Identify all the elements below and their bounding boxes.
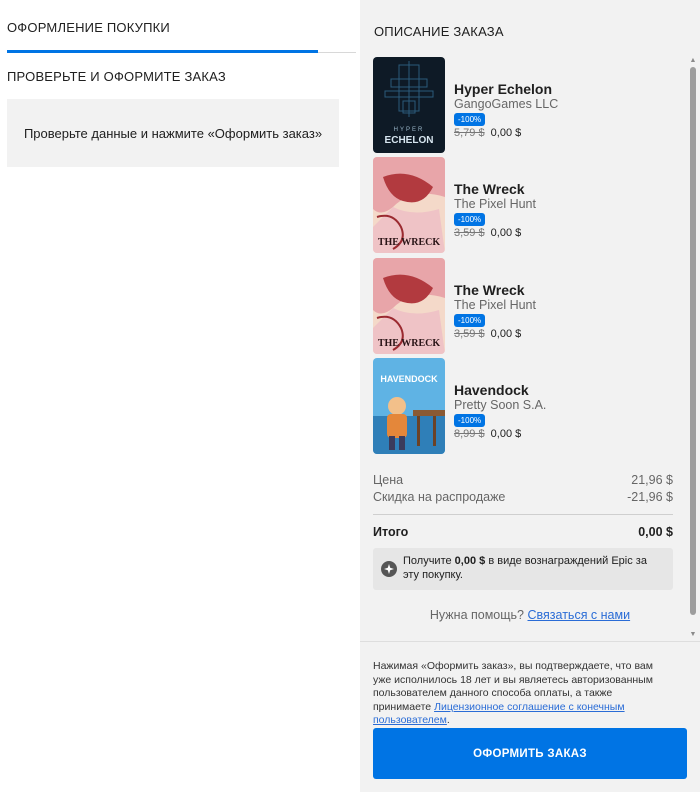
total-label: Итого [373,525,409,539]
sale-discount-value: -21,96 $ [627,490,673,504]
summary-divider [373,514,673,515]
game-thumbnail-havendock: HAVENDOCK [373,358,445,454]
game-developer: GangoGames LLC [454,97,559,111]
original-price: 8,99 $ [454,428,485,440]
art-title: THE WRECK [378,237,441,248]
game-prices: 5,79 $ 0,00 $ [454,127,521,139]
sale-discount-row: Скидка на распродаже -21,96 $ [373,490,673,504]
epic-rewards-icon [381,561,397,577]
sale-price: 0,00 $ [490,227,522,239]
checkout-left-panel: Оформление покупки Проверьте и оформите … [0,0,360,792]
art-subtext: HYPER [394,127,425,133]
reward-prefix: Получите [403,555,455,567]
price-value: 21,96 $ [631,473,673,487]
tab-checkout[interactable]: Оформление покупки [7,20,170,35]
game-title: The Wreck [454,181,525,197]
epic-rewards-box: Получите 0,00 $ в виде вознаграждений Ep… [373,548,673,590]
game-developer: The Pixel Hunt [454,298,536,312]
discount-badge: -100% [454,414,486,427]
epic-rewards-text: Получите 0,00 $ в виде вознаграждений Ep… [403,554,665,582]
original-price: 5,79 $ [454,127,485,139]
original-price: 3,59 $ [454,328,485,340]
game-thumbnail-the-wreck: THE WRECK [373,258,445,354]
order-item: THE WRECK The Wreck The Pixel Hunt -100%… [373,256,683,354]
checkout-tabbar: Оформление покупки [7,0,356,53]
scroll-up-arrow-icon[interactable]: ▲ [689,57,697,65]
legal-end: . [446,714,450,726]
scroll-down-arrow-icon[interactable]: ▼ [689,631,697,639]
price-row: Цена 21,96 $ [373,473,673,487]
discount-badge: -100% [454,314,486,327]
game-thumbnail-the-wreck: THE WRECK [373,157,445,253]
order-item: HAVENDOCK Havendock Pretty Soon S.A. -10… [373,356,683,454]
order-scroll-area[interactable]: HYPER ECHELON Hyper Echelon GangoGames L… [360,55,700,641]
game-thumbnail-hyper-echelon: HYPER ECHELON [373,57,445,153]
sale-price: 0,00 $ [490,127,522,139]
checkout-footer: Нажимая «Оформить заказ», вы подтверждае… [360,641,700,792]
section-title: Проверьте и оформите заказ [7,69,226,84]
game-title: Hyper Echelon [454,81,553,97]
discount-badge: -100% [454,113,486,126]
game-developer: Pretty Soon S.A. [454,398,547,412]
legal-notice: Нажимая «Оформить заказ», вы подтверждае… [373,660,673,728]
art-title: HAVENDOCK [380,374,438,384]
review-message-box: Проверьте данные и нажмите «Оформить зак… [7,99,339,167]
game-title: Havendock [454,382,529,398]
review-message: Проверьте данные и нажмите «Оформить зак… [23,125,323,141]
game-title: The Wreck [454,282,525,298]
original-price: 3,59 $ [454,227,485,239]
sale-discount-label: Скидка на распродаже [373,490,506,504]
place-order-button[interactable]: Оформить заказ [373,728,687,779]
total-row: Итого 0,00 $ [373,525,673,539]
art-title: THE WRECK [378,338,441,349]
discount-badge: -100% [454,213,486,226]
scrollbar-thumb[interactable] [690,67,696,615]
help-text: Нужна помощь? [429,608,528,622]
game-prices: 3,59 $ 0,00 $ [454,227,521,239]
order-item: THE WRECK The Wreck The Pixel Hunt -100%… [373,155,683,253]
order-scrollbar[interactable]: ▲ ▼ [688,55,698,641]
reward-amount: 0,00 $ [454,555,486,567]
order-item: HYPER ECHELON Hyper Echelon GangoGames L… [373,55,683,153]
art-title: ECHELON [385,135,434,146]
game-developer: The Pixel Hunt [454,197,536,211]
order-summary-panel: Описание заказа HYPER ECHELON [360,0,700,792]
total-value: 0,00 $ [638,525,673,539]
game-prices: 8,99 $ 0,00 $ [454,428,521,440]
order-summary-title: Описание заказа [374,24,504,39]
game-prices: 3,59 $ 0,00 $ [454,328,521,340]
help-line: Нужна помощь? Связаться с нами [360,608,700,622]
sale-price: 0,00 $ [490,428,522,440]
sale-price: 0,00 $ [490,328,522,340]
tab-active-indicator [7,50,318,53]
price-label: Цена [373,473,404,487]
contact-us-link[interactable]: Связаться с нами [528,608,631,622]
